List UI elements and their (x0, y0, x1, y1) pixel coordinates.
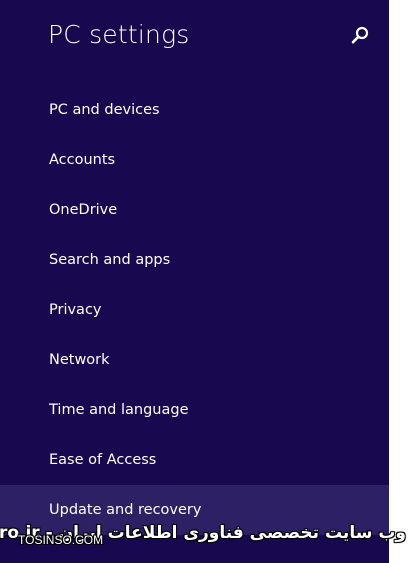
nav-item-label: PC and devices (49, 102, 160, 118)
nav-item-accounts[interactable]: Accounts (0, 135, 389, 185)
nav-item-label: Search and apps (49, 252, 171, 268)
nav-item-time-and-language[interactable]: Time and language (0, 385, 389, 435)
nav-item-label: Network (49, 352, 110, 368)
nav-item-privacy[interactable]: Privacy (0, 285, 389, 335)
settings-navigation-pane: PC settings PC and devices Accounts OneD… (0, 0, 389, 563)
page-title: PC settings (48, 20, 190, 49)
nav-item-onedrive[interactable]: OneDrive (0, 185, 389, 235)
nav-item-pc-and-devices[interactable]: PC and devices (0, 85, 389, 135)
nav-item-search-and-apps[interactable]: Search and apps (0, 235, 389, 285)
nav-item-label: Ease of Access (49, 452, 157, 468)
nav-item-label: Update and recovery (49, 502, 202, 518)
nav-item-label: OneDrive (49, 202, 118, 218)
nav-item-network[interactable]: Network (0, 335, 389, 385)
nav-item-label: Time and language (49, 402, 189, 418)
pc-settings-screen: PC settings PC and devices Accounts OneD… (0, 0, 409, 563)
search-button[interactable] (348, 24, 372, 48)
nav-item-update-and-recovery[interactable]: Update and recovery (0, 485, 389, 535)
nav-item-label: Privacy (49, 302, 102, 318)
nav-item-label: Accounts (49, 152, 116, 168)
nav-item-ease-of-access[interactable]: Ease of Access (0, 435, 389, 485)
search-icon (351, 26, 369, 44)
